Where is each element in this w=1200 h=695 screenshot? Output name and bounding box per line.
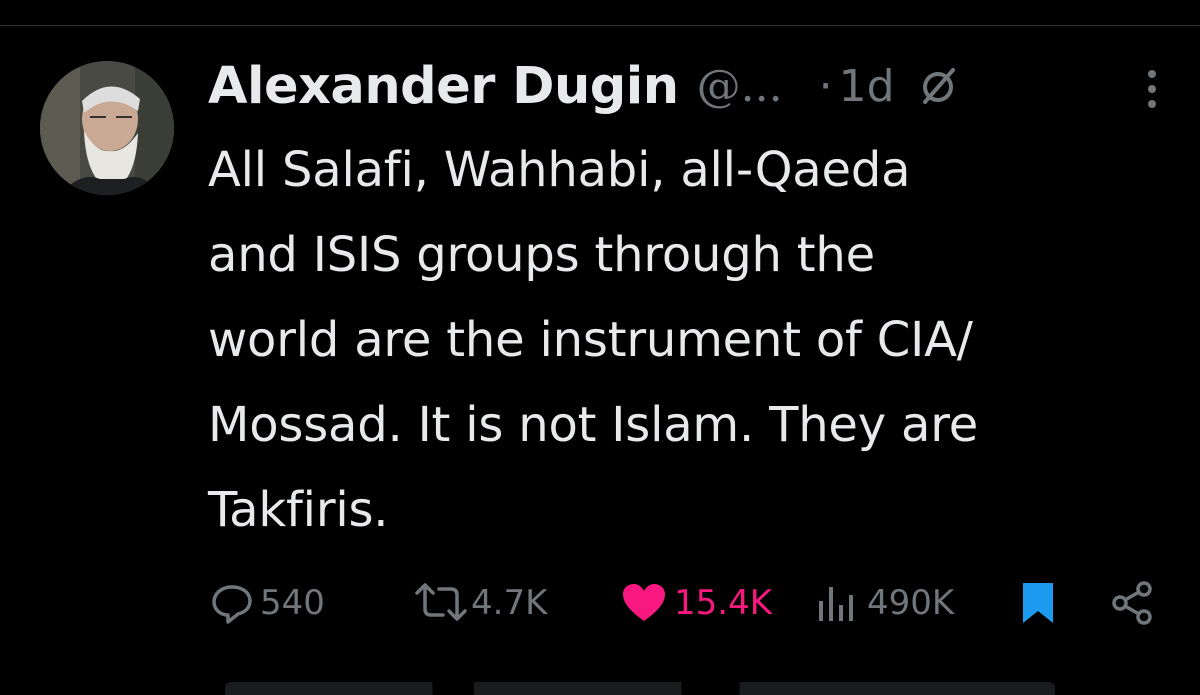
author-handle[interactable]: @... xyxy=(697,61,783,112)
share-button[interactable] xyxy=(1108,575,1156,631)
top-divider xyxy=(0,25,1200,26)
tweet-line: All Salafi, Wahhabi, all-Qaeda xyxy=(208,142,911,198)
bookmark-button[interactable] xyxy=(1018,575,1058,631)
bookmark-icon xyxy=(1023,583,1053,623)
repost-button[interactable]: 4.7K xyxy=(411,575,547,631)
avatar-image xyxy=(40,61,174,195)
repost-count: 4.7K xyxy=(471,583,548,623)
reply-icon xyxy=(212,585,252,624)
heart-icon xyxy=(623,584,665,621)
separator-dot: · xyxy=(818,60,833,112)
share-icon xyxy=(1112,581,1152,625)
tweet-line: Mossad. It is not Islam. They are xyxy=(208,397,979,453)
tweet-line: and ISIS groups through the xyxy=(208,227,875,283)
tweet-text: All Salafi, Wahhabi, all-Qaeda and ISIS … xyxy=(208,128,1188,553)
reply-count: 540 xyxy=(260,583,325,623)
views-icon xyxy=(819,587,853,621)
reply-button[interactable]: 540 xyxy=(208,575,325,631)
views-button[interactable]: 490K xyxy=(815,575,954,631)
like-button[interactable]: 15.4K xyxy=(620,575,772,631)
author-name[interactable]: Alexander Dugin xyxy=(208,57,679,116)
like-count: 15.4K xyxy=(674,583,772,623)
action-bar: 540 4.7K 15.4K 490K xyxy=(208,575,1168,631)
next-tweet-peek xyxy=(0,650,1200,695)
more-icon[interactable] xyxy=(1140,66,1164,112)
cropped-next-tweet xyxy=(225,682,1055,695)
timestamp[interactable]: 1d xyxy=(839,61,895,112)
views-count: 490K xyxy=(867,583,955,623)
repost-icon xyxy=(415,583,467,621)
tweet-header: Alexander Dugin @... · 1d xyxy=(208,50,959,122)
tweet-line: world are the instrument of CIA/ xyxy=(208,312,973,368)
slash-circle-icon[interactable] xyxy=(917,65,959,107)
tweet-line: Takfiris. xyxy=(208,482,389,538)
avatar[interactable] xyxy=(40,61,174,195)
